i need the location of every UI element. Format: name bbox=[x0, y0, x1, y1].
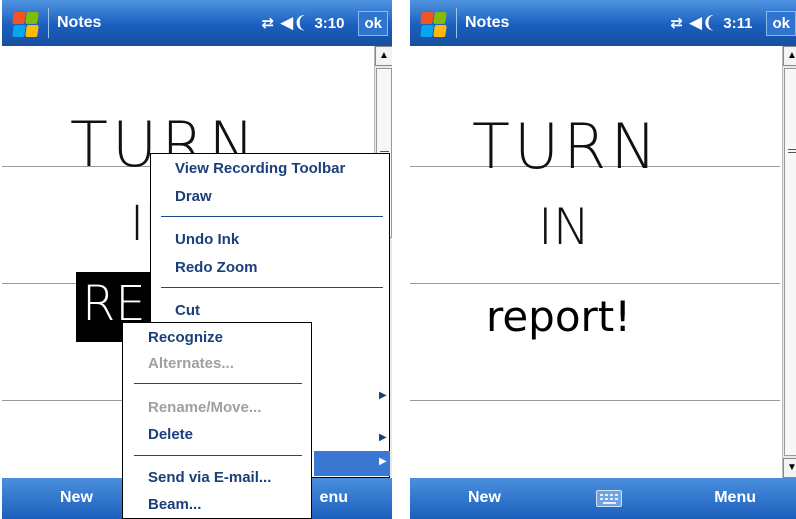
menu-item-recognize[interactable]: Recognize bbox=[148, 329, 223, 346]
ink-turn: TURN bbox=[472, 110, 661, 183]
right-screen: Notes ⇄ ◀❨ 3:11 ok TURN IN report! ▲ ▼ N… bbox=[410, 0, 796, 519]
scroll-up-button[interactable]: ▲ bbox=[375, 46, 392, 66]
ink-in: IN bbox=[538, 198, 591, 256]
connectivity-icon[interactable]: ⇄ bbox=[670, 14, 683, 32]
menu-bar: New Menu bbox=[410, 478, 796, 519]
title-separator bbox=[456, 8, 457, 38]
submenu-arrow-icon: ▶ bbox=[379, 390, 387, 401]
new-softkey[interactable]: New bbox=[468, 489, 501, 507]
ok-button[interactable]: ok bbox=[358, 10, 388, 36]
note-canvas[interactable]: TURN IN report! bbox=[410, 46, 780, 478]
app-title: Notes bbox=[57, 14, 102, 31]
left-screen: Notes ⇄ ◀❨ 3:10 ok TURN IN RE ▲ New enu … bbox=[2, 0, 392, 519]
submenu-arrow-icon: ▶ bbox=[379, 432, 387, 443]
menu-softkey[interactable]: enu bbox=[320, 489, 348, 507]
vertical-scrollbar[interactable]: ▲ ▼ bbox=[782, 46, 796, 478]
menu-separator bbox=[134, 383, 302, 384]
start-menu-icon[interactable] bbox=[416, 6, 450, 40]
keyboard-icon[interactable] bbox=[596, 490, 622, 507]
start-menu-icon[interactable] bbox=[8, 6, 42, 40]
clock[interactable]: 3:11 bbox=[723, 15, 752, 32]
menu-item-redo-zoom[interactable]: Redo Zoom bbox=[175, 259, 258, 276]
volume-icon[interactable]: ◀❨ bbox=[689, 13, 716, 33]
menu-item-rename-move: Rename/Move... bbox=[148, 399, 262, 416]
connectivity-icon[interactable]: ⇄ bbox=[262, 14, 275, 32]
submenu: Recognize Alternates... Rename/Move... D… bbox=[122, 322, 312, 519]
highlighted-menu-row[interactable]: ▶ bbox=[314, 451, 390, 476]
clock[interactable]: 3:10 bbox=[314, 15, 344, 32]
ruled-line bbox=[410, 400, 780, 401]
scroll-up-button[interactable]: ▲ bbox=[783, 46, 796, 66]
menu-item-alternates: Alternates... bbox=[148, 355, 234, 372]
scroll-down-button[interactable]: ▼ bbox=[783, 458, 796, 478]
ruled-line bbox=[410, 283, 780, 284]
menu-item-draw[interactable]: Draw bbox=[175, 188, 212, 205]
ok-button[interactable]: ok bbox=[766, 10, 796, 36]
menu-separator bbox=[161, 216, 383, 217]
menu-separator bbox=[134, 455, 302, 456]
title-bar: Notes ⇄ ◀❨ 3:11 ok bbox=[410, 0, 796, 46]
menu-item-delete[interactable]: Delete bbox=[148, 426, 193, 443]
title-bar: Notes ⇄ ◀❨ 3:10 ok bbox=[2, 0, 392, 46]
menu-softkey[interactable]: Menu bbox=[714, 489, 756, 507]
volume-icon[interactable]: ◀❨ bbox=[280, 13, 307, 33]
scroll-thumb[interactable] bbox=[784, 68, 796, 456]
app-title: Notes bbox=[465, 14, 510, 31]
recognized-text[interactable]: report! bbox=[486, 292, 631, 341]
menu-item-cut[interactable]: Cut bbox=[175, 302, 200, 319]
menu-item-undo-ink[interactable]: Undo Ink bbox=[175, 231, 239, 248]
menu-item-send-via-email[interactable]: Send via E-mail... bbox=[148, 469, 271, 486]
new-softkey[interactable]: New bbox=[60, 489, 93, 507]
menu-item-view-recording-toolbar[interactable]: View Recording Toolbar bbox=[175, 160, 345, 177]
title-separator bbox=[48, 8, 49, 38]
menu-separator bbox=[161, 287, 383, 288]
submenu-arrow-icon: ▶ bbox=[379, 456, 387, 467]
menu-item-beam[interactable]: Beam... bbox=[148, 496, 201, 513]
